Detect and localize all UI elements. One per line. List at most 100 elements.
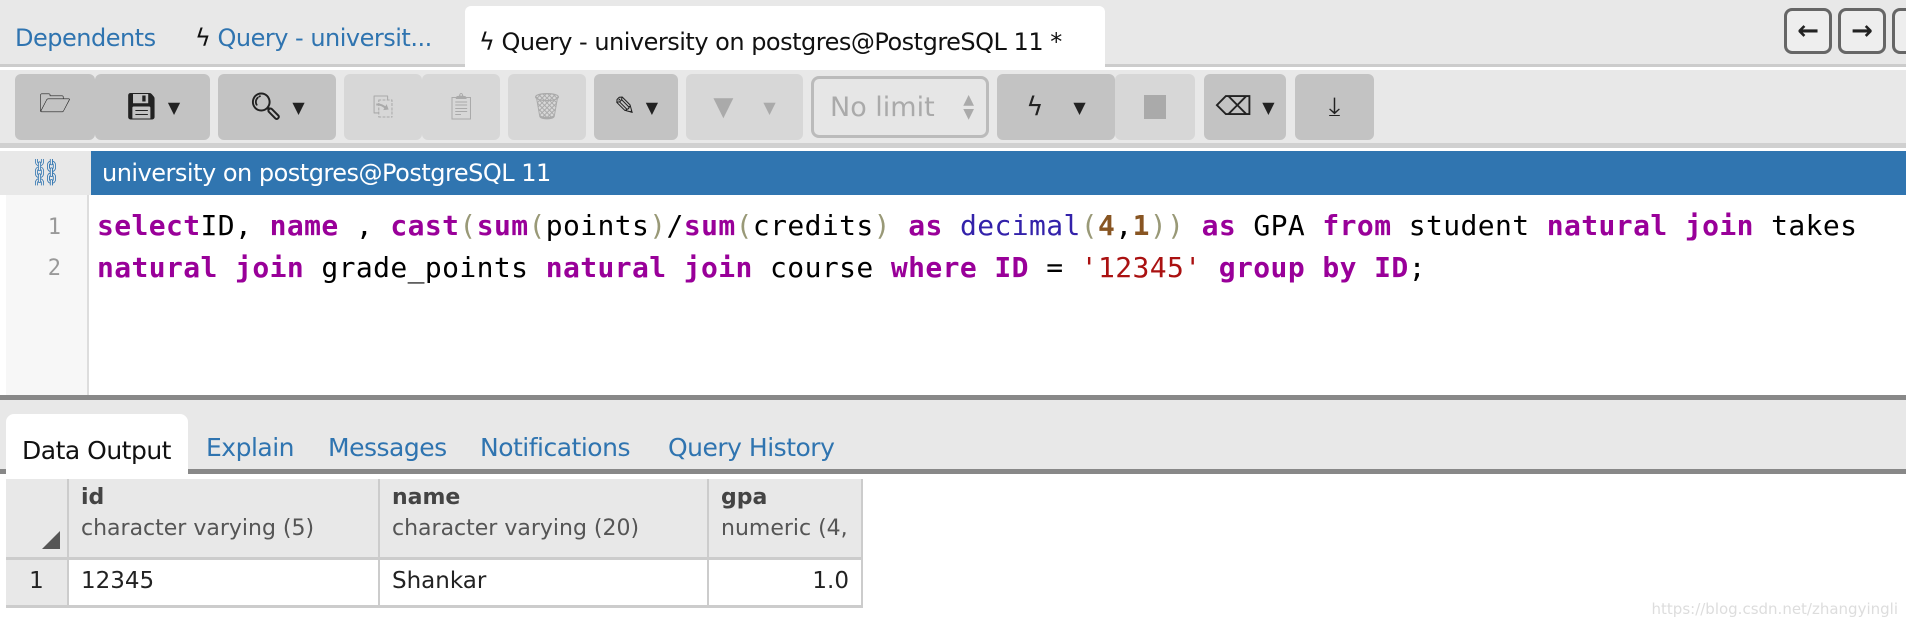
copy-button[interactable]: ⎘ xyxy=(344,74,422,140)
code-token: = xyxy=(1028,251,1081,284)
select-all-corner[interactable] xyxy=(6,479,69,557)
save-icon: 💾︎ xyxy=(124,92,158,122)
edit-button[interactable]: ✎ ▼ xyxy=(594,74,678,140)
tab-explain[interactable]: Explain xyxy=(206,433,295,462)
trash-icon: 🗑︎ xyxy=(530,92,564,122)
code-token: GPA xyxy=(1253,209,1323,242)
scroll-left-button[interactable]: ← xyxy=(1784,8,1832,54)
column-type: numeric (4,1) xyxy=(721,516,849,541)
line-number: 2 xyxy=(47,256,61,281)
cell-gpa[interactable]: 1.0 xyxy=(709,560,863,605)
chevron-down-icon: ▼ xyxy=(1262,97,1275,117)
lightning-icon: ϟ xyxy=(195,24,218,52)
code-token: sum xyxy=(683,209,736,242)
copy-icon: ⎘ xyxy=(372,91,394,122)
column-header-gpa[interactable]: gpa numeric (4,1) xyxy=(709,479,863,557)
stop-icon xyxy=(1144,95,1166,119)
code-token: ) xyxy=(873,209,891,242)
code-token: sum xyxy=(476,209,529,242)
code-token: takes xyxy=(1753,209,1858,242)
cell-id[interactable]: 12345 xyxy=(69,560,380,605)
column-header-name[interactable]: name character varying (20) xyxy=(380,479,709,557)
code-token: where xyxy=(890,251,978,284)
code-token: credits xyxy=(752,209,874,242)
code-token: , xyxy=(338,209,391,242)
toolbar: 🗁 💾︎ ▼ 🔍︎ ▼ ⎘ 📋︎ 🗑︎ ✎ ▼ ▼ ▼ No limit ▲ ▼ ϟ ▼ ⌫ ▼… xyxy=(0,70,1906,148)
chevron-down-icon: ▼ xyxy=(1073,97,1086,117)
code-token: natural join xyxy=(545,251,753,284)
delete-button[interactable]: 🗑︎ xyxy=(508,74,586,140)
clear-button[interactable]: ⌫ ▼ xyxy=(1204,74,1286,140)
more-button[interactable] xyxy=(1892,8,1906,54)
open-file-button[interactable]: 🗁 xyxy=(15,74,95,140)
row-limit-select[interactable]: No limit ▲ ▼ xyxy=(811,76,989,138)
filter-icon: ▼ xyxy=(713,92,734,122)
code-token: student xyxy=(1391,209,1547,242)
save-button[interactable]: 💾︎ ▼ xyxy=(95,74,210,140)
tab-messages[interactable]: Messages xyxy=(328,433,447,462)
code-token: as xyxy=(1184,209,1254,242)
find-button[interactable]: 🔍︎ ▼ xyxy=(218,74,336,140)
stop-button[interactable] xyxy=(1115,74,1195,140)
chevron-down-icon: ▼ xyxy=(763,97,776,117)
code-token: '12345' xyxy=(1080,251,1202,284)
lightning-icon: ϟ xyxy=(479,28,502,56)
lightning-icon: ϟ xyxy=(1026,92,1044,122)
column-type: character varying (20) xyxy=(392,516,640,541)
tab-query-active[interactable]: ϟ Query - university on postgres@Postgre… xyxy=(465,6,1105,67)
tab-data-output[interactable]: Data Output xyxy=(6,414,188,474)
link-icon[interactable]: ⛓ xyxy=(0,151,91,195)
paste-icon: 📋︎ xyxy=(444,92,478,122)
column-type: character varying (5) xyxy=(81,516,315,541)
code-token: grade_points xyxy=(304,251,546,284)
table-row[interactable]: 1 12345 Shankar 1.0 xyxy=(6,560,863,605)
spinner-icon: ▲ ▼ xyxy=(963,92,974,122)
code-token: )) xyxy=(1149,209,1185,242)
code-token: 1 xyxy=(1132,209,1150,242)
code-line[interactable]: natural join grade_points natural join c… xyxy=(97,251,1426,284)
paste-button[interactable]: 📋︎ xyxy=(422,74,500,140)
column-name: id xyxy=(81,485,105,510)
tab-dependents[interactable]: Dependents xyxy=(15,24,156,52)
column-header-id[interactable]: id character varying (5) xyxy=(69,479,380,557)
line-number: 1 xyxy=(47,215,61,240)
column-name: gpa xyxy=(721,485,768,510)
code-token: cast xyxy=(390,209,460,242)
tab-query-history[interactable]: Query History xyxy=(668,433,835,462)
edit-icon: ✎ xyxy=(613,92,636,122)
code-token: select xyxy=(97,209,201,242)
code-token: 4 xyxy=(1098,209,1116,242)
filter-button[interactable]: ▼ ▼ xyxy=(686,74,803,140)
cell-name[interactable]: Shankar xyxy=(380,560,709,605)
connection-label[interactable]: university on postgres@PostgreSQL 11 xyxy=(91,151,1906,195)
code-token: ) xyxy=(649,209,667,242)
download-button[interactable]: ⤓ xyxy=(1295,74,1374,140)
data-grid: id character varying (5) name character va… xyxy=(6,479,863,608)
chevron-down-icon: ▼ xyxy=(167,97,181,117)
code-token: ID, xyxy=(200,209,270,242)
code-token: ( xyxy=(1080,209,1099,242)
row-number[interactable]: 1 xyxy=(6,560,69,605)
code-token: , xyxy=(1115,209,1133,242)
code-token: group by ID xyxy=(1201,251,1409,284)
tab-bar: Dependents ϟ Query - universit... ϟ Quer… xyxy=(0,0,1906,67)
corner-triangle-icon xyxy=(42,531,60,549)
watermark: https://blog.csdn.net/zhangyingli xyxy=(1651,600,1898,618)
tab-query-1[interactable]: ϟ Query - universit... xyxy=(195,24,432,52)
code-token: from xyxy=(1322,209,1392,242)
eraser-icon: ⌫ xyxy=(1215,92,1253,122)
connection-bar: ⛓ university on postgres@PostgreSQL 11 xyxy=(0,151,1906,195)
code-token: as xyxy=(890,209,960,242)
code-token: / xyxy=(666,209,684,242)
execute-button[interactable]: ϟ ▼ xyxy=(997,74,1115,140)
sql-editor[interactable]: 1 2 selectID, name , cast(sum(points)/su… xyxy=(6,195,1906,395)
scroll-right-button[interactable]: → xyxy=(1838,8,1886,54)
folder-open-icon: 🗁 xyxy=(38,89,72,119)
code-token: natural join xyxy=(97,251,305,284)
column-name: name xyxy=(392,485,461,510)
code-token: points xyxy=(545,209,650,242)
tab-label: Query - university on postgres@PostgreSQ… xyxy=(501,28,1062,56)
code-token: name xyxy=(269,209,339,242)
tab-notifications[interactable]: Notifications xyxy=(480,433,630,462)
code-line[interactable]: selectID, name , cast(sum(points)/sum(cr… xyxy=(97,209,1857,242)
